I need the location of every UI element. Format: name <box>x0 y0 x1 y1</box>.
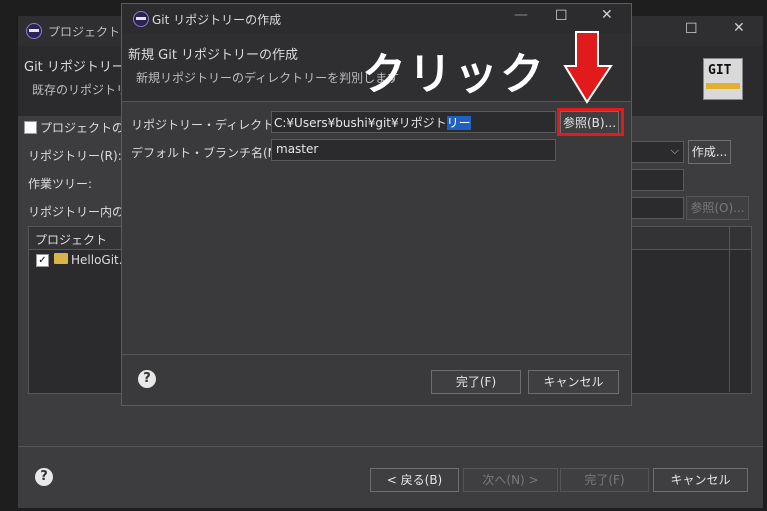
help-icon[interactable]: ? <box>138 370 156 388</box>
browse-button-highlight <box>557 108 624 136</box>
repository-directory-value: C:¥Users¥bushi¥git¥リポジト <box>274 116 447 130</box>
repository-directory-selected-text: リー <box>446 116 471 130</box>
maximize-icon[interactable]: ☐ <box>555 8 568 24</box>
help-icon[interactable]: ? <box>35 468 53 486</box>
default-branch-value: master <box>276 142 319 156</box>
chevron-down-icon: ⌵ <box>670 144 679 157</box>
working-tree-field <box>630 169 684 191</box>
create-repository-button[interactable]: 作成... <box>688 140 731 164</box>
browse-path-button[interactable]: 参照(O)... <box>686 196 749 220</box>
background-finish-button[interactable]: 完了(F) <box>560 468 649 492</box>
path-in-repository-field[interactable] <box>630 197 684 219</box>
cancel-button[interactable]: キャンセル <box>528 370 619 394</box>
minimize-icon[interactable]: — <box>514 7 528 23</box>
use-parent-folder-checkbox[interactable] <box>24 121 37 134</box>
default-branch-input[interactable]: master <box>271 139 556 161</box>
project-folder-icon <box>54 253 68 264</box>
red-arrow-icon <box>563 31 613 104</box>
next-button[interactable]: 次へ(N) > <box>463 468 558 492</box>
background-cancel-button[interactable]: キャンセル <box>653 468 748 492</box>
dialog-header-subtitle: 新規リポジトリーのディレクトリーを判別します <box>136 71 400 85</box>
dialog-title: Git リポジトリーの作成 <box>152 13 282 27</box>
close-icon[interactable]: ✕ <box>601 7 613 23</box>
eclipse-icon <box>26 23 42 39</box>
repository-directory-input[interactable]: C:¥Users¥bushi¥git¥リポジトリー <box>271 111 556 133</box>
default-branch-label: デフォルト・ブランチ名(N): <box>131 146 286 160</box>
git-logo-icon: GIT <box>703 58 743 100</box>
eclipse-icon <box>133 11 149 27</box>
dialog-header-title: 新規 Git リポジトリーの作成 <box>128 48 299 63</box>
project-checkbox[interactable]: ✓ <box>36 254 49 267</box>
maximize-icon[interactable]: ☐ <box>685 21 698 37</box>
working-tree-label: 作業ツリー: <box>28 177 93 191</box>
click-annotation-text: クリック <box>362 49 546 100</box>
repository-combo[interactable]: ⌵ <box>630 141 684 163</box>
finish-button[interactable]: 完了(F) <box>431 370 521 394</box>
column-header-project: プロジェクト <box>35 233 108 247</box>
back-button[interactable]: < 戻る(B) <box>370 468 459 492</box>
dialog-title-bar: Git リポジトリーの作成 — ☐ ✕ <box>122 4 631 33</box>
repository-label: リポジトリー(R): <box>28 149 122 163</box>
close-icon[interactable]: ✕ <box>733 20 745 36</box>
